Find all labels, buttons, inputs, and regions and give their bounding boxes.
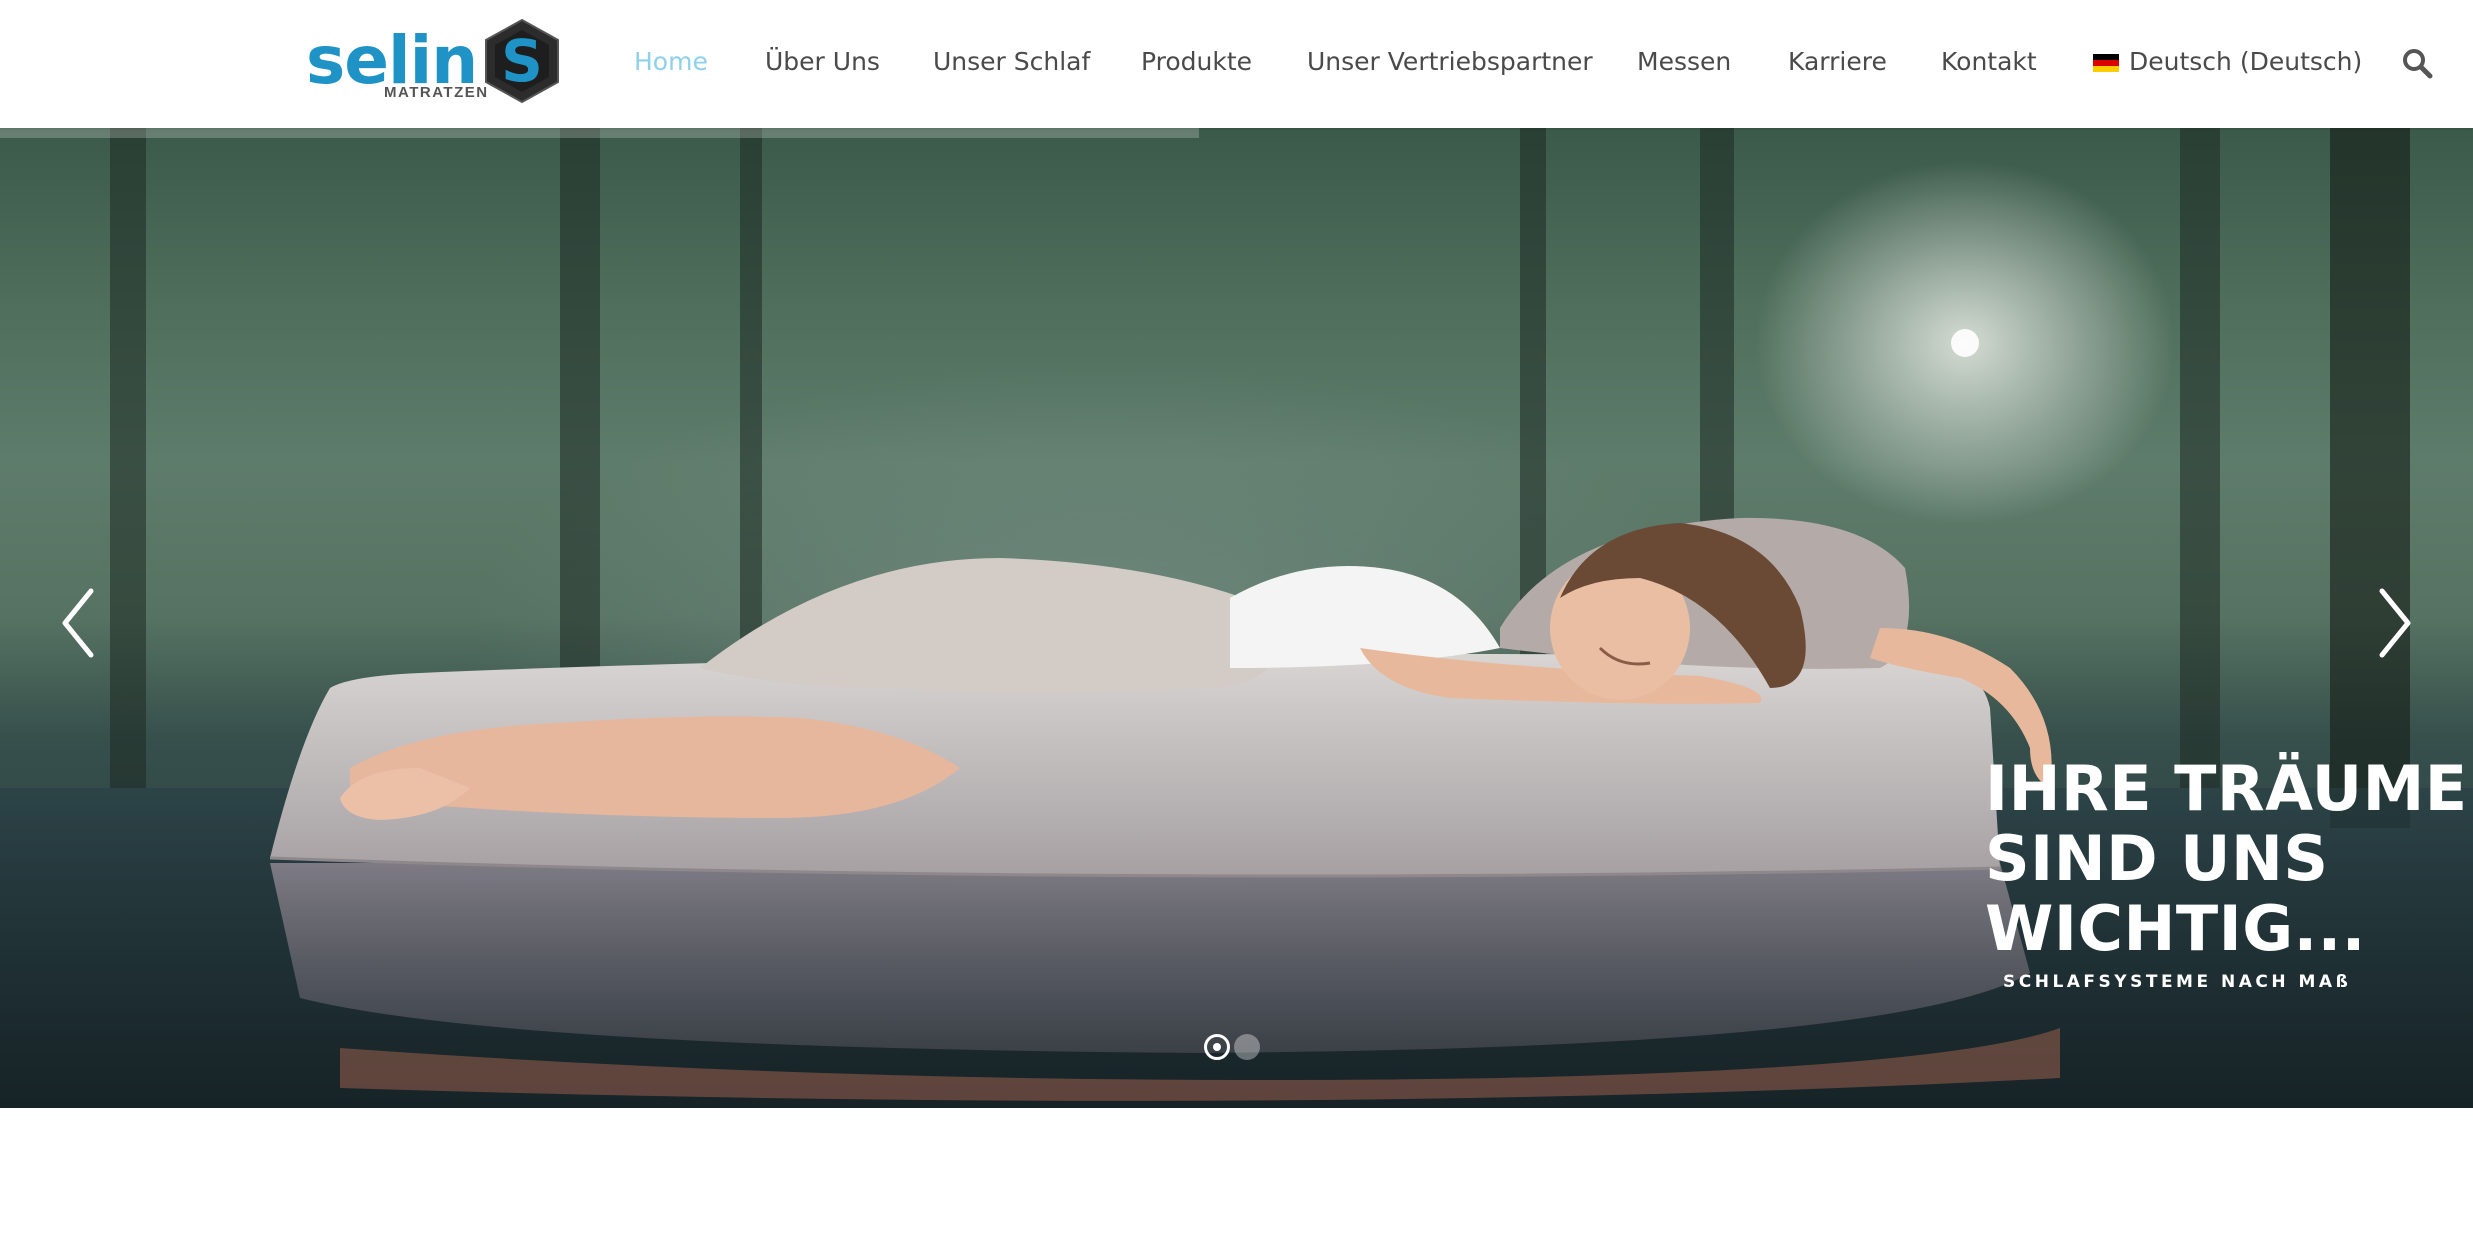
nav-item-kontakt[interactable]: Kontakt <box>1941 44 2037 80</box>
hero-title-line: SIND UNS <box>1985 822 2329 895</box>
chevron-left-icon <box>62 588 94 658</box>
nav-item-vertriebspartner[interactable]: Unser Vertriebspartner <box>1307 44 1593 80</box>
hero-subtitle: SCHLAFSYSTEME NACH MAß <box>2003 972 2352 992</box>
selin-logo[interactable]: selin MATRATZEN S <box>302 18 562 108</box>
hero-caption: IHRE TRÄUME SIND UNS WICHTIG... SCHLAFSY… <box>1985 752 2468 993</box>
slider-dot-1[interactable] <box>1204 1034 1230 1060</box>
nav-item-unser-schlaf[interactable]: Unser Schlaf <box>933 44 1090 80</box>
chevron-right-icon <box>2379 588 2411 658</box>
nav-item-ueber-uns[interactable]: Über Uns <box>765 44 880 80</box>
nav-item-messen[interactable]: Messen <box>1637 44 1731 80</box>
hero-title-line: WICHTIG... <box>1985 892 2366 965</box>
language-label: Deutsch (Deutsch) <box>2129 47 2363 76</box>
slider-next-arrow[interactable] <box>2368 583 2418 663</box>
site-header: selin MATRATZEN S Home Über Uns Unser Sc… <box>0 0 2473 128</box>
hero-slider: IHRE TRÄUME SIND UNS WICHTIG... SCHLAFSY… <box>0 128 2473 1108</box>
logo-subtitle: MATRATZEN <box>384 84 489 101</box>
hero-title-line: IHRE TRÄUME <box>1985 752 2468 825</box>
logo-badge: S <box>482 18 562 104</box>
nav-item-home[interactable]: Home <box>634 44 708 80</box>
german-flag-icon <box>2093 54 2119 72</box>
search-icon[interactable] <box>2400 46 2434 80</box>
slider-prev-arrow[interactable] <box>55 583 105 663</box>
slider-progress-bar <box>0 128 1200 138</box>
nav-item-produkte[interactable]: Produkte <box>1141 44 1252 80</box>
slider-pagination <box>1204 1034 1264 1064</box>
slider-dot-2[interactable] <box>1234 1034 1260 1060</box>
logo-badge-letter: S <box>501 27 543 95</box>
hero-title: IHRE TRÄUME SIND UNS WICHTIG... <box>1985 752 2468 965</box>
nav-item-karriere[interactable]: Karriere <box>1788 44 1887 80</box>
